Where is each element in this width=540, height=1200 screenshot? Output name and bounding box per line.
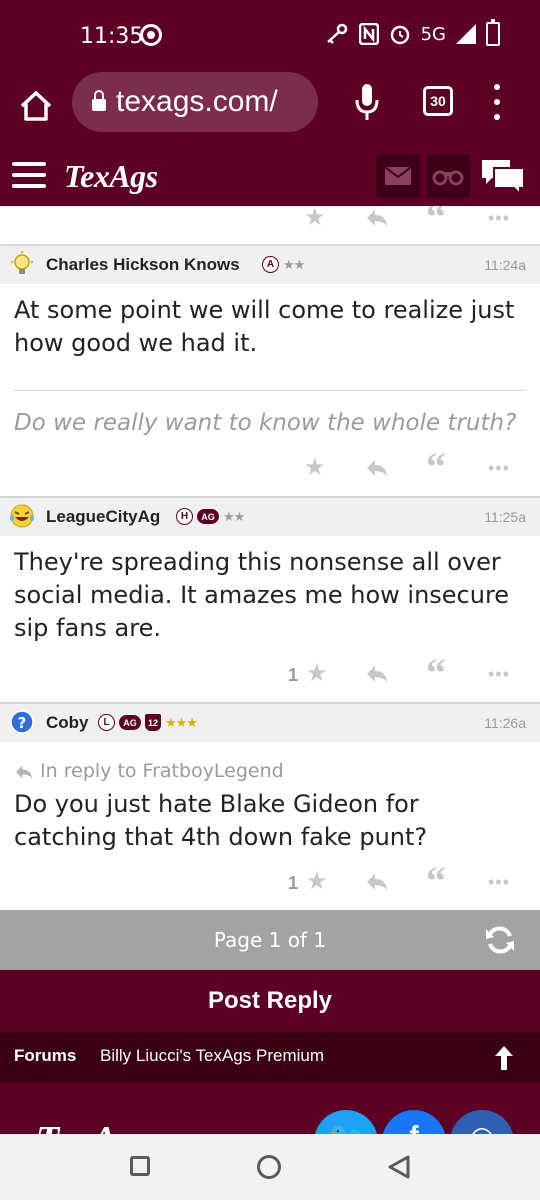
- address-bar[interactable]: texags.com/: [72, 72, 318, 132]
- laughing-emoji-avatar-icon[interactable]: [8, 502, 36, 530]
- quote-icon[interactable]: “: [426, 861, 446, 901]
- more-icon[interactable]: •••: [488, 870, 510, 894]
- rank-stars: ★★: [283, 256, 305, 272]
- facebook-icon[interactable]: f: [382, 1110, 446, 1134]
- android-navigation-bar: [0, 1134, 540, 1200]
- site-logo[interactable]: TexAgs: [64, 158, 158, 195]
- author-badges: L AG 12 ★★★: [98, 714, 198, 731]
- star-icon[interactable]: ★: [306, 870, 328, 894]
- post-body: They're spreading this nonsense all over…: [14, 548, 510, 642]
- mail-icon: [385, 167, 411, 185]
- breadcrumb: Forums Billy Liucci's TexAgs Premium: [0, 1032, 540, 1082]
- thread-content: ★ “ ••• Charles Hickson Knows A ★★ 11:24…: [0, 206, 540, 910]
- chat-icon[interactable]: [480, 156, 526, 196]
- post-signature: Do we really want to know the whole trut…: [14, 410, 517, 436]
- signature-divider: [14, 390, 526, 391]
- post-reply-button[interactable]: Post Reply: [0, 970, 540, 1032]
- quote-icon[interactable]: “: [426, 447, 446, 487]
- home-nav-icon[interactable]: [257, 1155, 281, 1179]
- site-header: TexAgs: [0, 144, 540, 206]
- key-icon: [326, 23, 347, 44]
- url-text: texags.com/: [116, 85, 278, 118]
- home-icon[interactable]: [18, 88, 54, 124]
- instagram-icon[interactable]: ◎: [450, 1110, 514, 1134]
- post-header: LeagueCityAg H AG ★★ 11:25a: [0, 496, 540, 536]
- post-actions: 1 ★ “ •••: [0, 861, 540, 901]
- network-label: 5G: [420, 23, 446, 45]
- post-author[interactable]: LeagueCityAg: [46, 507, 160, 527]
- alarm-icon: [390, 25, 409, 45]
- author-badges: A ★★: [262, 256, 305, 273]
- star-count: 1: [288, 665, 299, 685]
- author-badges: H AG ★★: [176, 508, 245, 525]
- chrome-icon: [140, 24, 162, 46]
- rank-stars: ★★: [223, 508, 245, 524]
- quote-icon[interactable]: “: [426, 653, 446, 693]
- battery-icon: [486, 19, 500, 46]
- previous-post-actions: ★ “ •••: [0, 206, 540, 237]
- post-header: Charles Hickson Knows A ★★ 11:24a: [0, 244, 540, 284]
- reply-arrow-icon: [16, 765, 32, 778]
- site-footer: TexAgs 🐦 f ◎: [0, 1082, 540, 1134]
- quote-icon[interactable]: “: [426, 206, 446, 237]
- nfc-icon: [358, 23, 379, 45]
- svg-text:?: ?: [18, 714, 27, 732]
- status-bar: 11:35 5G: [0, 0, 540, 72]
- hamburger-menu-icon[interactable]: [12, 162, 46, 188]
- badge-l: L: [98, 714, 115, 731]
- browser-toolbar: texags.com/ 30: [0, 72, 540, 144]
- mic-icon[interactable]: [352, 82, 382, 122]
- lock-icon: [92, 90, 106, 111]
- post-time: 11:25a: [484, 509, 526, 525]
- reply-icon[interactable]: [365, 458, 389, 478]
- post-author[interactable]: Charles Hickson Knows: [46, 255, 240, 275]
- scroll-top-arrow-icon[interactable]: [492, 1044, 516, 1072]
- question-avatar-icon[interactable]: ?: [8, 708, 36, 736]
- page-indicator: Page 1 of 1: [213, 928, 327, 952]
- status-icons: 5G: [325, 19, 500, 46]
- tab-switcher-button[interactable]: 30: [423, 86, 453, 116]
- badge-12th-man: 12: [145, 714, 161, 731]
- post-time: 11:24a: [484, 257, 526, 273]
- badge-a: A: [262, 256, 279, 273]
- in-reply-to-link[interactable]: In reply to FratboyLegend: [14, 760, 284, 782]
- reply-icon[interactable]: [365, 664, 389, 684]
- post-body: At some point we will come to realize ju…: [14, 296, 515, 357]
- binoculars-icon: [432, 170, 464, 186]
- recents-icon[interactable]: [130, 1156, 150, 1176]
- post-header: ? Coby L AG 12 ★★★ 11:26a: [0, 702, 540, 742]
- post-actions: ★ “ •••: [0, 447, 540, 487]
- mail-button[interactable]: [376, 154, 420, 198]
- star-icon[interactable]: ★: [304, 206, 326, 230]
- badge-ag: AG: [119, 715, 141, 730]
- back-icon[interactable]: [386, 1154, 412, 1180]
- badge-h: H: [176, 508, 193, 525]
- breadcrumb-forums-link[interactable]: Forums: [14, 1046, 76, 1066]
- overflow-menu-icon[interactable]: [490, 84, 504, 120]
- star-count: 1: [288, 873, 299, 893]
- breadcrumb-board-link[interactable]: Billy Liucci's TexAgs Premium: [100, 1046, 324, 1066]
- watch-button[interactable]: [426, 154, 470, 198]
- star-icon[interactable]: ★: [306, 662, 328, 686]
- refresh-icon[interactable]: [483, 923, 517, 957]
- in-reply-to-text: In reply to FratboyLegend: [40, 760, 284, 782]
- signal-icon: [456, 24, 476, 44]
- pagination-bar: Page 1 of 1: [0, 910, 540, 970]
- rank-stars: ★★★: [165, 714, 198, 730]
- post-actions: 1 ★ “ •••: [0, 653, 540, 693]
- post-time: 11:26a: [484, 715, 526, 731]
- lightbulb-avatar-icon[interactable]: [8, 250, 36, 278]
- post-author[interactable]: Coby: [46, 713, 89, 733]
- post-body: Do you just hate Blake Gideon for catchi…: [14, 790, 428, 851]
- badge-ag: AG: [197, 509, 219, 524]
- star-icon[interactable]: ★: [304, 456, 326, 480]
- more-icon[interactable]: •••: [488, 206, 510, 230]
- reply-icon[interactable]: [365, 208, 389, 228]
- more-icon[interactable]: •••: [488, 456, 510, 480]
- twitter-icon[interactable]: 🐦: [314, 1110, 378, 1134]
- more-icon[interactable]: •••: [488, 662, 510, 686]
- footer-logo[interactable]: TexAgs: [36, 1118, 151, 1134]
- status-time: 11:35: [80, 24, 144, 49]
- reply-icon[interactable]: [365, 872, 389, 892]
